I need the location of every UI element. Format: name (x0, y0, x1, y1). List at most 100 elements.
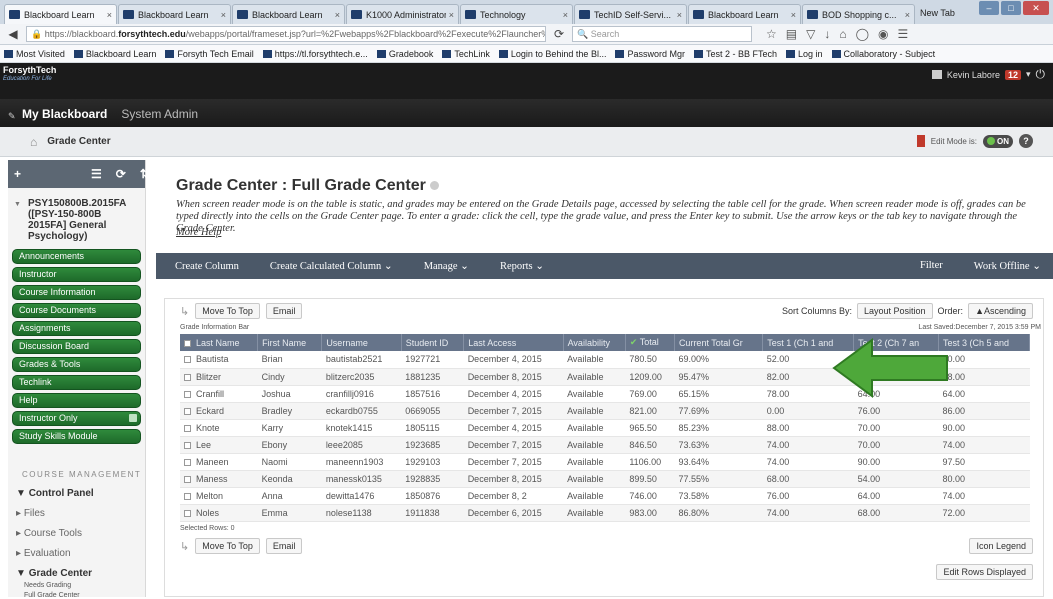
table-cell[interactable]: 1209.00 (625, 368, 675, 386)
table-cell[interactable]: 74.00 (938, 487, 1030, 505)
browser-tab[interactable]: Blackboard Learn × (688, 4, 801, 24)
close-tab-icon[interactable]: × (791, 10, 796, 20)
row-checkbox[interactable] (184, 475, 191, 483)
column-header[interactable]: Last Access (463, 334, 564, 351)
user-menu[interactable]: Kevin Labore 12 ▾ ⏻ (931, 67, 1046, 82)
table-row[interactable]: Maneen Naomi maneenn1903 1929103 December 7,… (180, 453, 1030, 471)
browser-tab[interactable]: BOD Shopping c... × (802, 4, 915, 24)
table-row[interactable]: Lee Ebony leee2085 1923685 December 7, 2015 A… (180, 436, 1030, 454)
sidebar-item[interactable]: Assignments (12, 321, 141, 336)
table-cell[interactable]: 70.00 (938, 351, 1030, 369)
column-header[interactable]: Availability (563, 334, 626, 351)
tab-system-admin[interactable]: System Admin (121, 107, 212, 127)
home-icon[interactable]: ⌂ (839, 27, 846, 41)
bookmark-item[interactable]: Log in (786, 49, 823, 59)
table-cell[interactable]: 73.63% (674, 436, 763, 454)
email-button-bottom[interactable]: Email (265, 538, 303, 554)
chat-icon[interactable]: ◯ (856, 27, 869, 41)
table-cell[interactable]: 54.00 (853, 470, 939, 488)
new-tab[interactable]: New Tab (916, 4, 976, 24)
select-all-checkbox[interactable] (184, 339, 191, 347)
table-row[interactable]: Maness Keonda manessk0135 1928835 December 8… (180, 470, 1030, 488)
create-column-button[interactable]: Create Column (156, 261, 251, 272)
table-row[interactable]: Eckard Bradley eckardb0755 0669055 December … (180, 402, 1030, 420)
folder-view-icon[interactable]: ☰ (91, 167, 102, 181)
manage-menu[interactable]: Manage ⌄ (405, 260, 481, 272)
reload-icon[interactable]: ⟳ (550, 26, 568, 43)
table-cell[interactable]: 65.15% (674, 385, 763, 403)
sidebar-item[interactable]: Help (12, 393, 141, 408)
table-cell[interactable]: 85.23% (674, 419, 763, 437)
close-tab-icon[interactable]: × (905, 10, 910, 20)
minimize-icon[interactable]: – (979, 1, 999, 15)
table-cell[interactable]: 74.00 (762, 453, 854, 471)
table-cell[interactable]: 88.00 (762, 419, 854, 437)
bookmark-item[interactable]: Collaboratory - Subject (831, 49, 935, 59)
table-cell[interactable]: 76.00 (762, 487, 854, 505)
table-cell[interactable]: 64.00 (938, 385, 1030, 403)
work-offline-menu[interactable]: Work Offline ⌄ (955, 260, 1053, 272)
table-cell[interactable]: 769.00 (625, 385, 675, 403)
table-cell[interactable]: 68.00 (853, 504, 939, 522)
table-cell[interactable]: 64.00 (853, 487, 939, 505)
close-tab-icon[interactable]: × (677, 10, 682, 20)
back-icon[interactable]: ◀ (4, 26, 22, 43)
files-item[interactable]: ▸ Files (8, 508, 145, 519)
row-checkbox[interactable] (184, 407, 191, 415)
sidebar-item[interactable]: Course Information (12, 285, 141, 300)
table-row[interactable]: Melton Anna dewitta1476 1850876 December 8, … (180, 487, 1030, 505)
column-header[interactable]: ✔ Total (625, 334, 675, 351)
pocket-icon[interactable]: ▽ (806, 27, 815, 41)
table-cell[interactable]: 86.80% (674, 504, 763, 522)
bookmark-item[interactable]: Blackboard Learn (73, 49, 156, 59)
bookmark-item[interactable]: Password Mgr (615, 49, 685, 59)
search-input[interactable]: 🔍 Search (572, 26, 752, 42)
bookmark-item[interactable]: Gradebook (376, 49, 433, 59)
sort-select[interactable]: Layout Position (857, 303, 933, 319)
table-cell[interactable]: 74.00 (938, 436, 1030, 454)
sidebar-item[interactable]: Study Skills Module (12, 429, 141, 444)
table-cell[interactable]: 77.69% (674, 402, 763, 420)
table-cell[interactable]: 746.00 (625, 487, 675, 505)
table-cell[interactable]: 965.50 (625, 419, 675, 437)
table-cell[interactable]: 69.00% (674, 351, 763, 369)
bookmark-item[interactable]: Most Visited (4, 49, 65, 59)
table-cell[interactable]: 88.00 (938, 368, 1030, 386)
evaluation-item[interactable]: ▸ Evaluation (8, 548, 145, 559)
sidebar-item[interactable]: Grades & Tools (12, 357, 141, 372)
move-to-top-button[interactable]: Move To Top (195, 303, 260, 319)
course-tools-item[interactable]: ▸ Course Tools (8, 528, 145, 539)
star-icon[interactable]: ☆ (766, 27, 777, 41)
full-grade-center-link[interactable]: Full Grade Center (8, 592, 145, 599)
close-tab-icon[interactable]: × (335, 10, 340, 20)
order-select[interactable]: ▲Ascending (968, 303, 1033, 319)
table-cell[interactable]: 73.58% (674, 487, 763, 505)
table-cell[interactable]: 72.00 (938, 504, 1030, 522)
close-tab-icon[interactable]: × (107, 10, 112, 20)
power-icon[interactable]: ⏻ (1036, 67, 1046, 82)
table-cell[interactable]: 74.00 (762, 504, 854, 522)
close-tab-icon[interactable]: × (221, 10, 226, 20)
table-cell[interactable]: 97.50 (938, 453, 1030, 471)
edit-rows-displayed-button[interactable]: Edit Rows Displayed (936, 564, 1033, 580)
column-header[interactable]: Username (321, 334, 402, 351)
table-row[interactable]: Noles Emma nolese1138 1911838 December 6, 20… (180, 504, 1030, 522)
more-help-link[interactable]: More Help (176, 227, 221, 238)
table-row[interactable]: Knote Karry knotek1415 1805115 December 4, 2… (180, 419, 1030, 437)
bookmark-item[interactable]: https://tl.forsythtech.e... (262, 49, 368, 59)
maximize-icon[interactable]: □ (1001, 1, 1021, 15)
row-checkbox[interactable] (184, 356, 191, 364)
sidebar-item[interactable]: Course Documents (12, 303, 141, 318)
sidebar-item[interactable]: Discussion Board (12, 339, 141, 354)
table-cell[interactable]: 899.50 (625, 470, 675, 488)
create-calculated-column-button[interactable]: Create Calculated Column ⌄ (251, 260, 405, 272)
browser-tab[interactable]: K1000 Administrator ...× (346, 4, 459, 24)
column-header[interactable]: First Name (257, 334, 323, 351)
row-checkbox[interactable] (184, 509, 191, 517)
bookmark-item[interactable]: Test 2 - BB FTech (693, 49, 777, 59)
add-menu-item-icon[interactable]: + (14, 167, 21, 181)
address-bar[interactable]: 🔒 https://blackboard.forsythtech.edu/web… (26, 26, 546, 42)
reading-list-icon[interactable]: ▤ (786, 27, 797, 41)
close-window-icon[interactable]: ✕ (1023, 1, 1049, 15)
row-checkbox[interactable] (184, 424, 191, 432)
